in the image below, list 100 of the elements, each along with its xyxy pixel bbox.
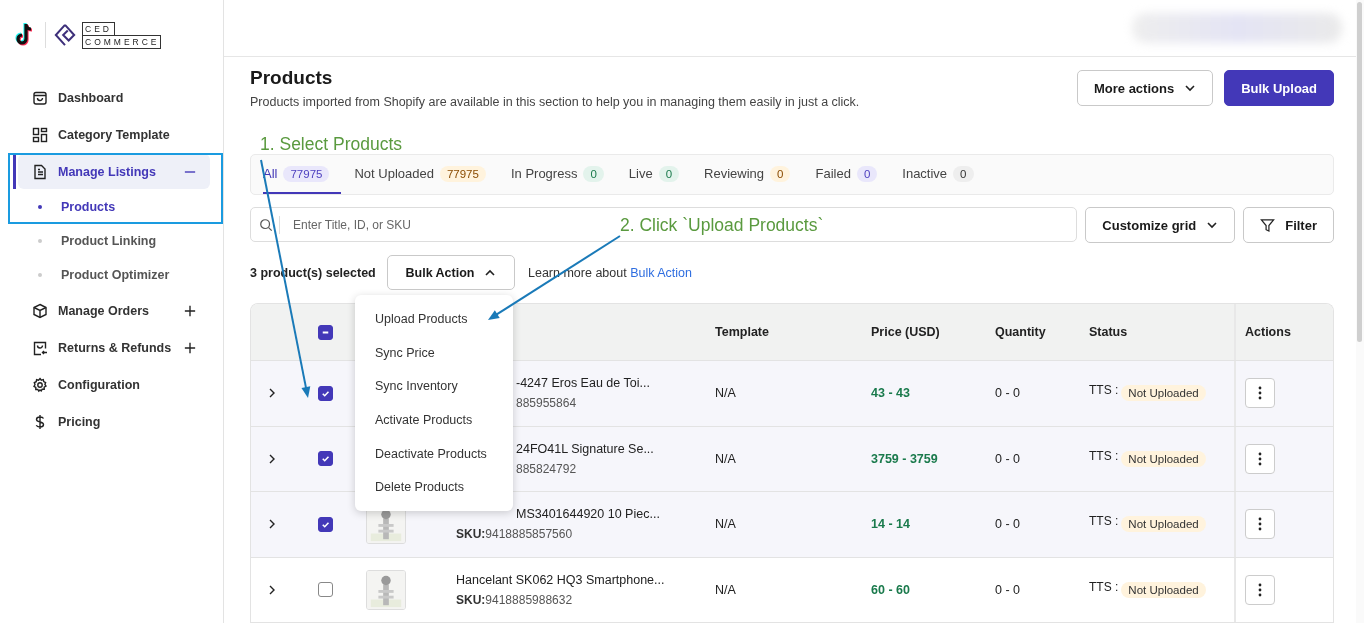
table-cell: 0 - 0 bbox=[995, 451, 1020, 466]
kebab-icon bbox=[1258, 451, 1262, 466]
annotation-text: 1. Select Products bbox=[260, 134, 403, 155]
channel-label: TTS : bbox=[1089, 383, 1119, 398]
channel-label: TTS : bbox=[1089, 448, 1119, 463]
sidebar-item[interactable]: Configuration bbox=[18, 367, 210, 402]
sidebar-subitem[interactable]: Product Optimizer bbox=[0, 258, 223, 292]
product-sku: 885955864 bbox=[516, 396, 577, 411]
bulk-action-link[interactable]: Bulk Action bbox=[630, 265, 692, 280]
expand-chevron-icon[interactable] bbox=[267, 584, 277, 595]
column-header: Actions bbox=[1245, 325, 1291, 339]
box-icon bbox=[32, 302, 48, 319]
status-badge: Not Uploaded bbox=[1121, 516, 1206, 533]
grid-icon bbox=[32, 126, 48, 143]
expand-chevron-icon[interactable] bbox=[267, 519, 277, 530]
menu-item[interactable]: Deactivate Products bbox=[355, 437, 513, 472]
settings-icon bbox=[32, 376, 48, 393]
plus-icon[interactable] bbox=[184, 341, 196, 354]
expand-chevron-icon[interactable] bbox=[267, 388, 277, 399]
column-header: Quantity bbox=[995, 325, 1046, 339]
filter-icon bbox=[1260, 217, 1276, 233]
more-actions-button[interactable]: More actions bbox=[1076, 70, 1214, 106]
select-all-checkbox[interactable] bbox=[318, 324, 333, 340]
price-cell: 60 - 60 bbox=[871, 582, 910, 597]
search-icon bbox=[259, 218, 273, 232]
table-cell: 0 - 0 bbox=[995, 517, 1020, 532]
count-badge: 77975 bbox=[439, 165, 486, 182]
expand-chevron-icon[interactable] bbox=[267, 453, 277, 464]
product-sku: SKU:9418885988632 bbox=[456, 592, 573, 607]
bag-icon bbox=[32, 89, 48, 106]
filter-tab[interactable]: Inactive 0 bbox=[902, 155, 986, 194]
table-cell: N/A bbox=[715, 582, 736, 597]
status-badge: Not Uploaded bbox=[1121, 581, 1206, 598]
channel-label: TTS : bbox=[1089, 579, 1119, 594]
column-header: Status bbox=[1089, 325, 1128, 339]
price-cell: 14 - 14 bbox=[871, 517, 910, 532]
sidebar-item[interactable]: Category Template bbox=[18, 117, 210, 152]
count-badge: 77975 bbox=[283, 165, 330, 182]
bulk-action-button[interactable]: Bulk Action bbox=[387, 255, 515, 290]
sidebar-subitem[interactable]: Products bbox=[0, 190, 223, 224]
bulk-upload-button[interactable]: Bulk Upload bbox=[1224, 70, 1334, 106]
row-checkbox[interactable] bbox=[318, 516, 333, 532]
table-cell: 0 - 0 bbox=[995, 582, 1020, 597]
page-title: Products bbox=[250, 67, 334, 89]
count-badge: 0 bbox=[658, 165, 680, 182]
count-badge: 0 bbox=[770, 165, 791, 182]
sidebar-item[interactable]: Returns & Refunds bbox=[18, 330, 210, 365]
menu-item[interactable]: Upload Products bbox=[355, 303, 513, 337]
row-checkbox[interactable] bbox=[318, 385, 333, 401]
row-checkbox[interactable] bbox=[318, 582, 333, 598]
diamond-logo-icon bbox=[54, 22, 76, 48]
chevron-down-icon bbox=[1184, 82, 1197, 94]
count-badge: 0 bbox=[856, 165, 878, 182]
menu-item[interactable]: Sync Price bbox=[355, 336, 513, 371]
kebab-icon bbox=[1258, 517, 1262, 532]
logo-wordmark: CED COMMERCE bbox=[82, 21, 161, 49]
annotation-text: 2. Click `Upload Products` bbox=[620, 215, 824, 236]
filter-tab[interactable]: In Progress 0 bbox=[510, 155, 616, 194]
price-cell: 43 - 43 bbox=[871, 386, 910, 401]
column-header: Price (USD) bbox=[871, 325, 940, 339]
returns-icon bbox=[32, 339, 48, 356]
menu-item[interactable]: Sync Inventory bbox=[355, 370, 513, 405]
chevron-down-icon bbox=[1206, 219, 1219, 231]
kebab-icon bbox=[1258, 582, 1262, 597]
sidebar-item[interactable]: Dashboard bbox=[18, 80, 210, 115]
table-cell: N/A bbox=[715, 386, 736, 401]
price-cell: 3759 - 3759 bbox=[871, 451, 938, 466]
product-title: Hancelant SK062 HQ3 Smartphone... bbox=[456, 572, 665, 587]
product-sku: SKU:9418885857560 bbox=[456, 527, 573, 542]
sidebar-item[interactable]: Pricing bbox=[18, 404, 210, 439]
menu-item[interactable]: Delete Products bbox=[355, 471, 513, 506]
filter-button[interactable]: Filter bbox=[1243, 207, 1334, 243]
product-title: 24FO41L Signature Se... bbox=[516, 441, 654, 456]
status-badge: Not Uploaded bbox=[1121, 450, 1206, 467]
product-title: MS3401644920 10 Piec... bbox=[516, 507, 660, 522]
product-title: -4247 Eros Eau de Toi... bbox=[516, 376, 650, 391]
filter-tab[interactable]: Live 0 bbox=[628, 155, 692, 194]
filter-tab[interactable]: Not Uploaded 77975 bbox=[354, 155, 498, 194]
column-header: Template bbox=[715, 325, 769, 339]
count-badge: 0 bbox=[953, 165, 974, 182]
sidebar-subitem[interactable]: Product Linking bbox=[0, 224, 223, 258]
kebab-icon bbox=[1258, 386, 1262, 401]
row-checkbox[interactable] bbox=[318, 451, 333, 467]
table-cell: 0 - 0 bbox=[995, 386, 1020, 401]
page-description: Products imported from Shopify are available in this section to help you in managing them easily in just a click. bbox=[250, 95, 860, 109]
status-badge: Not Uploaded bbox=[1121, 385, 1206, 402]
help-text: Learn more about Bulk Action bbox=[528, 265, 692, 280]
plus-icon[interactable] bbox=[184, 304, 196, 317]
table-cell: N/A bbox=[715, 451, 736, 466]
filter-tab[interactable]: Reviewing 0 bbox=[704, 155, 803, 194]
count-badge: 0 bbox=[583, 165, 604, 182]
channel-label: TTS : bbox=[1089, 514, 1119, 529]
menu-item[interactable]: Activate Products bbox=[355, 404, 513, 438]
table-cell: N/A bbox=[715, 517, 736, 532]
customize-grid-button[interactable]: Customize grid bbox=[1085, 207, 1236, 243]
document-icon bbox=[32, 163, 48, 180]
scrollbar[interactable] bbox=[1356, 0, 1364, 623]
filter-tab[interactable]: Failed 0 bbox=[815, 155, 890, 194]
product-sku: 885824792 bbox=[516, 461, 577, 476]
sidebar-item[interactable]: Manage Orders bbox=[18, 293, 210, 328]
